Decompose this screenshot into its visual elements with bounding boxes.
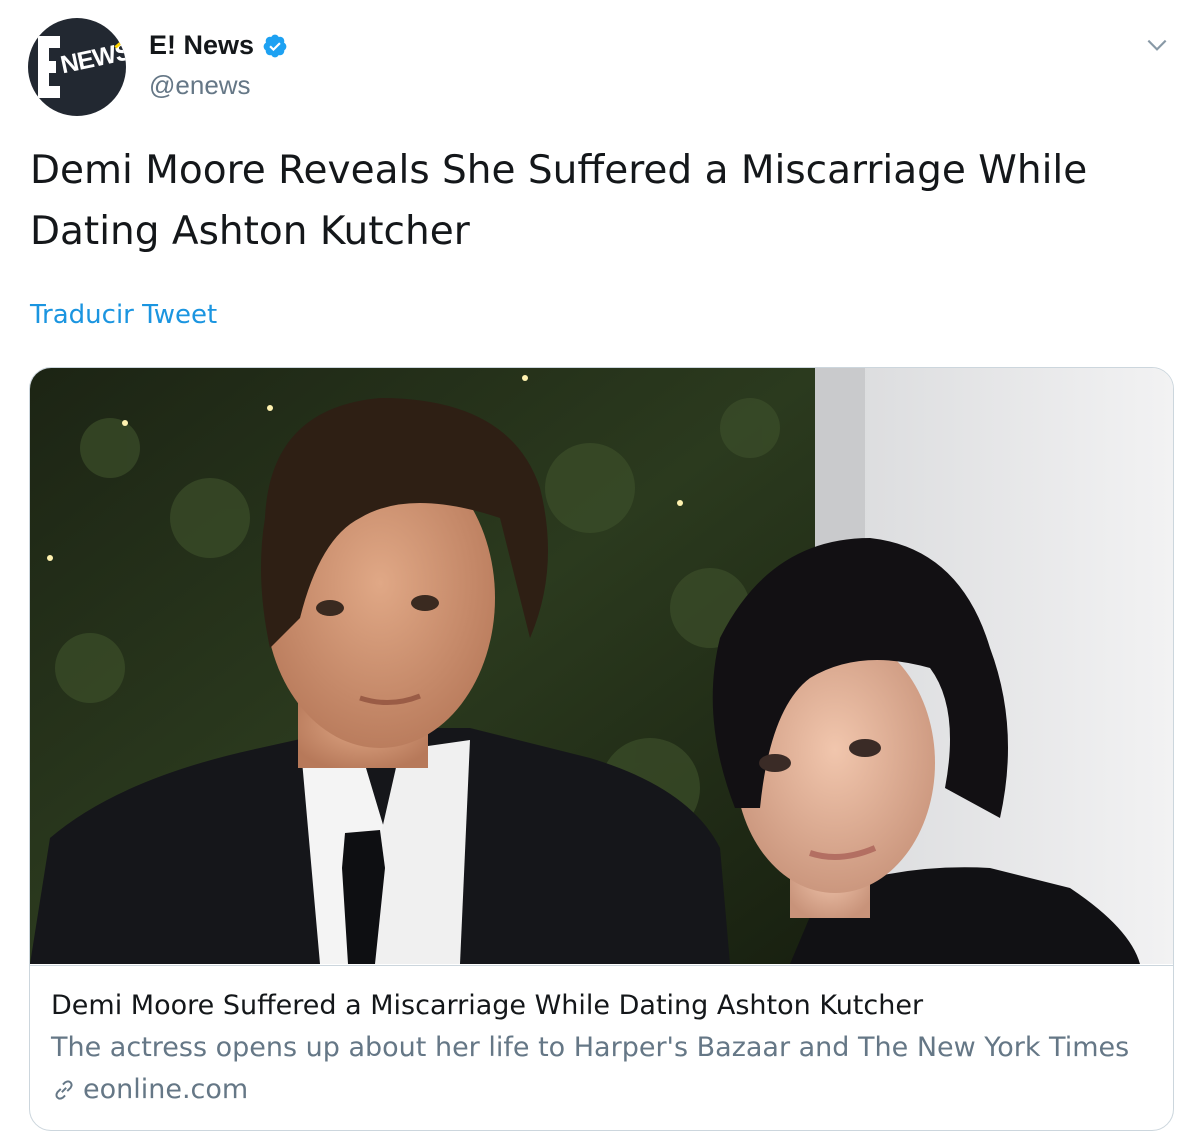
card-domain-row: eonline.com: [51, 1074, 248, 1105]
chevron-down-icon[interactable]: [1144, 32, 1170, 58]
verified-badge-icon: [263, 34, 287, 57]
card-photo: [30, 368, 1173, 964]
card-description: The actress opens up about her life to H…: [51, 1032, 1130, 1063]
link-icon: [55, 1079, 73, 1100]
card-title[interactable]: Demi Moore Suffered a Miscarriage While …: [51, 990, 923, 1021]
author-name-row: E! News: [149, 30, 288, 61]
card-body[interactable]: Demi Moore Suffered a Miscarriage While …: [30, 965, 1173, 1130]
translate-tweet-link[interactable]: Traducir Tweet: [30, 300, 217, 330]
avatar[interactable]: NEWS: [28, 18, 126, 116]
enews-logo-icon: [38, 36, 60, 98]
tweet-text: Demi Moore Reveals She Suffered a Miscar…: [30, 148, 1088, 254]
link-preview-card[interactable]: Demi Moore Suffered a Miscarriage While …: [29, 367, 1174, 1131]
author-handle[interactable]: @enews: [149, 70, 251, 101]
card-domain: eonline.com: [83, 1074, 249, 1105]
author-display-name[interactable]: E! News: [149, 30, 254, 61]
